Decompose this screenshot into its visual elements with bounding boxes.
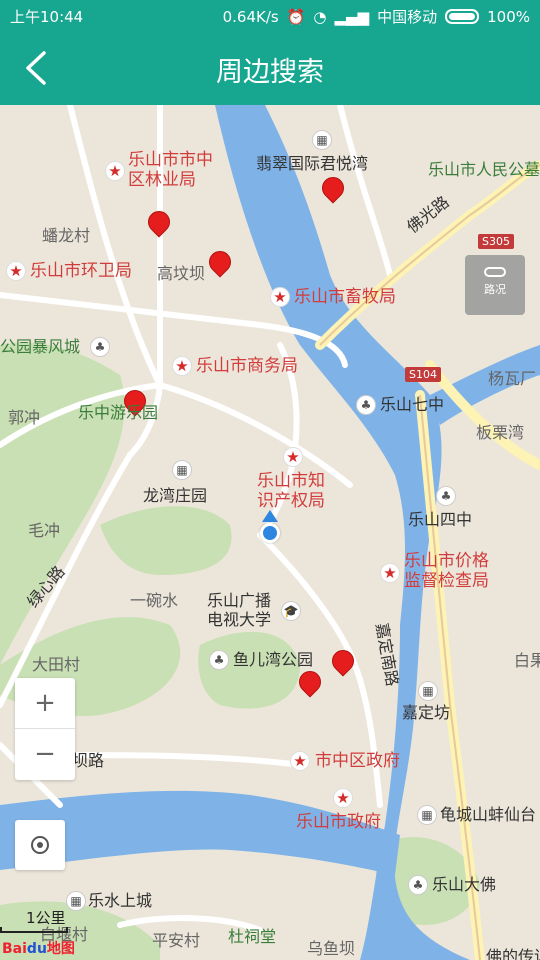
poi-star-icon[interactable]: ★	[380, 563, 400, 583]
my-location-marker	[259, 510, 281, 544]
place-big-buddha: 乐山大佛	[432, 875, 497, 894]
place-guo-chong: 郭冲	[8, 408, 41, 427]
map-view[interactable]: ★ 乐山市市中 区林业局 ★ 乐山市环卫局 ★ 乐山市畜牧局 ★ 乐山市商务局 …	[0, 105, 540, 960]
poi-label-lin-ye[interactable]: 乐山市市中 区林业局	[128, 150, 213, 191]
alarm-off-icon: ⏰	[286, 7, 306, 26]
locate-me-button[interactable]	[15, 820, 65, 870]
place-bao-feng-cheng: 公园暴风城	[0, 337, 81, 356]
map-scale: 1公里	[0, 907, 70, 935]
road-badge-s305: S305	[478, 234, 514, 249]
place-jia-ding: 嘉定坊	[402, 703, 451, 722]
map-pin-icon[interactable]	[327, 645, 359, 682]
battery-level: 100%	[487, 7, 530, 26]
place-ping-an: 平安村	[152, 931, 201, 950]
zoom-control: + −	[15, 678, 75, 780]
app-header: 周边搜索	[0, 30, 540, 105]
park-icon: ♣	[209, 650, 229, 670]
page-title: 周边搜索	[216, 57, 324, 88]
clock: 上午10:44	[10, 8, 84, 26]
poi-label-ren-min-park[interactable]: 乐山市人民公墓	[428, 160, 540, 179]
building-icon: ▦	[418, 681, 438, 701]
poi-star-icon[interactable]: ★	[105, 161, 125, 181]
traffic-icon	[484, 267, 506, 277]
poi-label-shi-zhong-qu[interactable]: 市中区政府	[315, 751, 400, 771]
map-pin-icon[interactable]	[317, 172, 349, 209]
poi-star-icon[interactable]: ★	[290, 751, 310, 771]
zoom-out-button[interactable]: −	[15, 729, 75, 780]
baidu-logo: Baidu地图	[2, 941, 75, 957]
place-yi-wan-shui: 一碗水	[130, 591, 179, 610]
map-pin-icon[interactable]	[294, 666, 326, 703]
poi-star-icon[interactable]: ★	[283, 447, 303, 467]
school-icon: 🎓	[281, 601, 301, 621]
battery-icon	[445, 9, 480, 24]
traffic-label: 路况	[484, 283, 506, 296]
network-speed: 0.64K/s	[222, 7, 279, 26]
place-gui-cheng: 龟城山蚌仙台	[440, 805, 537, 824]
map-pin-icon[interactable]	[204, 246, 236, 283]
place-fo-chuan: 佛的传说	[486, 947, 540, 960]
poi-label-shang-wu[interactable]: 乐山市商务局	[196, 356, 298, 376]
poi-label-jia-ge[interactable]: 乐山市价格 监督检查局	[404, 551, 489, 592]
poi-label-zhi-shi[interactable]: 乐山市知 识产权局	[257, 471, 325, 512]
place-wu-yu: 乌鱼坝	[307, 939, 356, 958]
park-icon: ♣	[356, 395, 376, 415]
place-da-tian: 大田村	[32, 655, 81, 674]
place-le-shan-7: 乐山七中	[380, 395, 445, 414]
poi-star-icon[interactable]: ★	[172, 356, 192, 376]
place-du-ci-tang: 杜祠堂	[228, 927, 277, 946]
scale-label: 1公里	[26, 909, 66, 927]
building-icon: ▦	[172, 460, 192, 480]
park-icon: ♣	[408, 875, 428, 895]
poi-star-icon[interactable]: ★	[270, 287, 290, 307]
place-long-wan: 龙湾庄园	[143, 486, 208, 505]
signal-icon: ▂▄▆	[334, 7, 370, 26]
road-badge-s104: S104	[405, 367, 441, 382]
place-pan-long: 蟠龙村	[42, 226, 91, 245]
poi-star-icon[interactable]: ★	[6, 261, 26, 281]
poi-label-shi-zheng-fu[interactable]: 乐山市政府	[296, 812, 381, 832]
park-icon: ♣	[436, 486, 456, 506]
place-tv-uni: 乐山广播 电视大学	[207, 591, 272, 630]
building-icon: ▦	[312, 130, 332, 150]
park-icon: ♣	[90, 337, 110, 357]
building-icon: ▦	[417, 805, 437, 825]
place-yu-er-wan: 鱼儿湾公园	[233, 650, 314, 669]
place-ba-lu: 坝路	[72, 751, 105, 770]
poi-star-icon[interactable]: ★	[333, 788, 353, 808]
carrier-name: 中国移动	[377, 8, 438, 26]
poi-label-huan-wei[interactable]: 乐山市环卫局	[30, 261, 132, 281]
place-mao-chong: 毛冲	[28, 521, 61, 540]
place-yang-wa: 杨瓦厂	[488, 369, 537, 388]
place-le-shui: 乐水上城	[88, 891, 153, 910]
place-ban-li: 板栗湾	[476, 423, 525, 442]
place-bai-guo: 白果	[514, 651, 540, 670]
poi-label-xu-mu[interactable]: 乐山市畜牧局	[294, 287, 396, 307]
status-bar: 上午10:44 0.64K/s ⏰ ◔ ▂▄▆ 中国移动 100%	[0, 0, 540, 30]
map-pin-icon[interactable]	[143, 206, 175, 243]
place-le-shan-4: 乐山四中	[408, 510, 473, 529]
zoom-in-button[interactable]: +	[15, 678, 75, 729]
wifi-icon: ◔	[313, 7, 327, 26]
place-fei-cui: 翡翠国际君悦湾	[256, 154, 369, 173]
traffic-toggle-button[interactable]: 路况	[465, 255, 525, 315]
place-le-zhong-you: 乐中游乐园	[78, 403, 159, 422]
place-gao-fen-ba: 高坟坝	[157, 264, 206, 283]
